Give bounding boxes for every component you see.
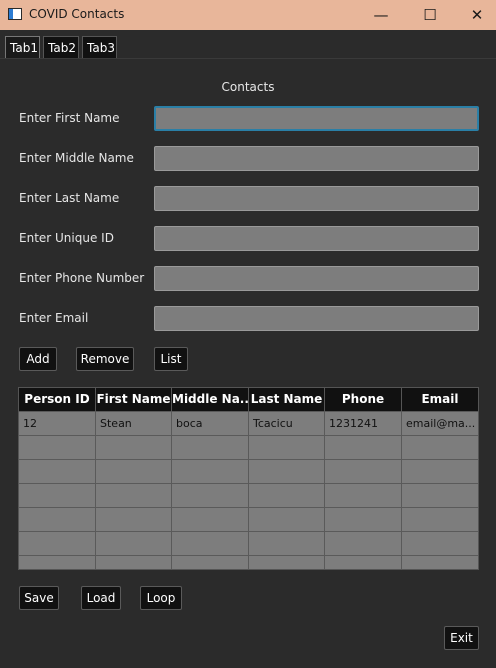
app-window-icon <box>8 8 22 20</box>
load-button[interactable]: Load <box>81 586 121 610</box>
table-cell: boca <box>172 412 249 435</box>
title-bar: COVID Contacts — ☐ ✕ <box>0 0 496 30</box>
column-header-phone[interactable]: Phone <box>325 388 402 411</box>
column-header-middle-name[interactable]: Middle Na... <box>172 388 249 411</box>
exit-button[interactable]: Exit <box>444 626 479 650</box>
window-title: COVID Contacts <box>29 7 125 21</box>
middle-name-input[interactable] <box>154 146 479 171</box>
middle-name-label: Enter Middle Name <box>19 151 134 165</box>
empty-table-row <box>19 507 478 531</box>
last-name-label: Enter Last Name <box>19 191 120 205</box>
table-cell: Stean <box>96 412 172 435</box>
column-header-email[interactable]: Email <box>402 388 478 411</box>
table-cell: 1231241 <box>325 412 402 435</box>
loop-button[interactable]: Loop <box>140 586 182 610</box>
empty-table-row <box>19 483 478 507</box>
tab-3[interactable]: Tab3 <box>82 36 117 58</box>
table-header: Person ID First Name Middle Na... Last N… <box>19 388 478 411</box>
first-name-input[interactable] <box>154 106 479 131</box>
email-label: Enter Email <box>19 311 89 325</box>
close-icon[interactable]: ✕ <box>454 0 496 30</box>
email-input[interactable] <box>154 306 479 331</box>
tab-bar: Tab1 Tab2 Tab3 <box>0 30 496 59</box>
tab-2[interactable]: Tab2 <box>43 36 79 58</box>
first-name-label: Enter First Name <box>19 111 120 125</box>
last-name-input[interactable] <box>154 186 479 211</box>
contacts-table[interactable]: Person ID First Name Middle Na... Last N… <box>18 387 479 570</box>
table-row[interactable]: 12 Stean boca Tcacicu 1231241 email@ma..… <box>19 411 478 435</box>
minimize-icon[interactable]: — <box>358 0 404 30</box>
list-button[interactable]: List <box>154 347 188 371</box>
phone-number-input[interactable] <box>154 266 479 291</box>
add-button[interactable]: Add <box>19 347 57 371</box>
empty-table-row <box>19 531 478 555</box>
column-header-person-id[interactable]: Person ID <box>19 388 96 411</box>
section-title: Contacts <box>221 80 275 94</box>
tab-1[interactable]: Tab1 <box>5 36 40 58</box>
save-button[interactable]: Save <box>19 586 59 610</box>
unique-id-input[interactable] <box>154 226 479 251</box>
table-cell: 12 <box>19 412 96 435</box>
empty-table-row <box>19 459 478 483</box>
unique-id-label: Enter Unique ID <box>19 231 114 245</box>
table-cell: email@ma... <box>406 417 476 430</box>
phone-number-label: Enter Phone Number <box>19 271 145 285</box>
maximize-icon[interactable]: ☐ <box>407 0 453 30</box>
column-header-first-name[interactable]: First Name <box>96 388 172 411</box>
empty-table-row <box>19 555 478 569</box>
remove-button[interactable]: Remove <box>76 347 134 371</box>
table-cell: Tcacicu <box>249 412 325 435</box>
empty-table-row <box>19 435 478 459</box>
column-header-last-name[interactable]: Last Name <box>249 388 325 411</box>
